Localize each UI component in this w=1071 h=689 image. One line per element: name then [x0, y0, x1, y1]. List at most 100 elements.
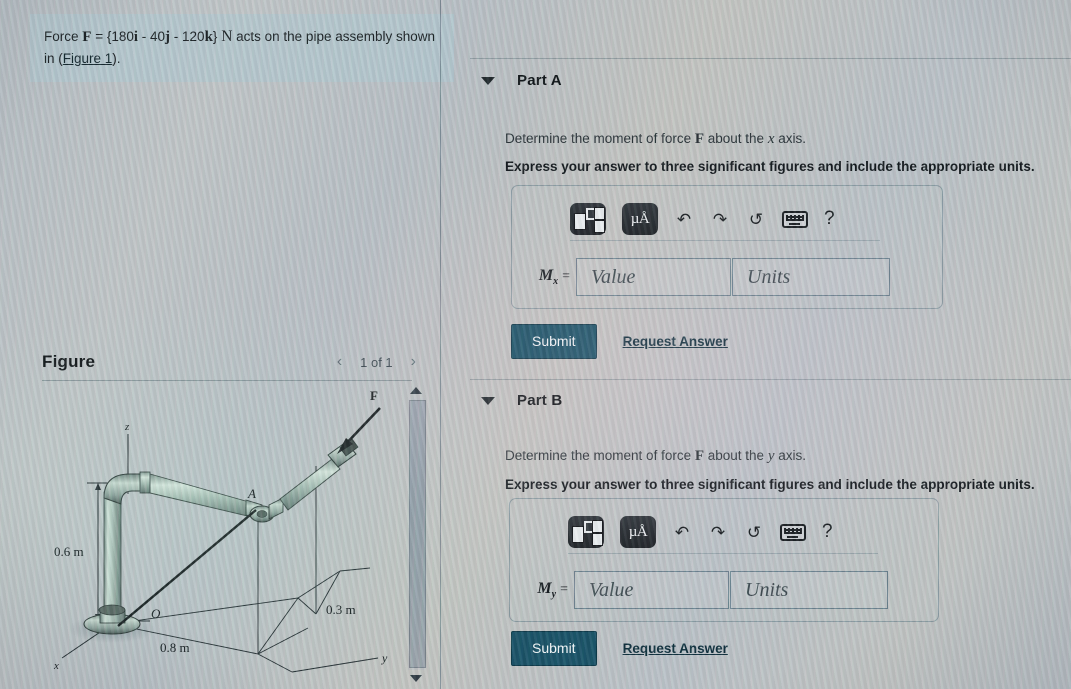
- part-a-request-answer-link[interactable]: Request Answer: [623, 334, 728, 349]
- part-b-prompt-pre: Determine the moment of force: [505, 448, 695, 463]
- part-b-prompt-post: axis.: [774, 448, 807, 463]
- part-a-value-placeholder: Value: [591, 265, 636, 288]
- part-a-top-divider: [470, 58, 1071, 59]
- figure-scrollbar[interactable]: [404, 386, 430, 683]
- dimension-label-y: 0.3 m: [326, 602, 356, 617]
- problem-text-mid1: - 40: [138, 29, 166, 44]
- math-template-icon[interactable]: [570, 203, 606, 235]
- figure-next-button[interactable]: ›: [411, 354, 416, 370]
- part-a-toolbar: µÅ ↶ ↷ ↺ ?: [570, 198, 880, 241]
- scroll-down-arrow-icon[interactable]: [410, 675, 422, 682]
- part-a-field-row: Mx = Value Units: [522, 258, 890, 296]
- part-b-submit-button[interactable]: Submit: [511, 631, 597, 666]
- problem-text-suffix: }: [212, 29, 222, 44]
- problem-text-end: ).: [112, 50, 121, 66]
- part-b-field-row: My = Value Units: [520, 571, 888, 609]
- undo-icon[interactable]: ↶: [672, 524, 692, 541]
- units-micro-angstrom-icon[interactable]: µÅ: [620, 516, 656, 548]
- reset-icon[interactable]: ↺: [746, 211, 766, 228]
- joint-a-bore: [256, 510, 268, 518]
- pipe-assembly-figure: z x y F O A 0.6 m 0.8 m 0.3 m: [40, 386, 402, 686]
- inclined-pipe-ab: [279, 458, 341, 511]
- part-a-header[interactable]: Part A: [481, 72, 562, 89]
- caret-down-icon[interactable]: [481, 396, 495, 405]
- top-elbow-joint: [103, 473, 145, 505]
- problem-text-equals: = {180: [91, 29, 134, 44]
- keyboard-icon[interactable]: [782, 210, 808, 228]
- part-b-prompt: Determine the moment of force F about th…: [505, 448, 806, 465]
- axis-label-z: z: [124, 421, 130, 433]
- figure-panel-header: Figure ‹ 1 of 1 ›: [30, 348, 426, 380]
- base-collar-top: [98, 604, 126, 616]
- part-a-force-symbol: F: [694, 131, 705, 147]
- axis-label-x: x: [53, 660, 59, 672]
- part-a-axis-symbol: x: [767, 131, 775, 147]
- part-a-units-input[interactable]: Units: [732, 258, 890, 296]
- part-a-submit-button[interactable]: Submit: [511, 324, 597, 359]
- part-b-equals-sign: =: [560, 581, 568, 597]
- keyboard-icon[interactable]: [780, 523, 806, 541]
- dimension-label-height: 0.6 m: [54, 544, 84, 559]
- caret-down-icon[interactable]: [481, 76, 495, 85]
- figure-scrollbar-thumb[interactable]: [409, 400, 426, 668]
- part-b-request-answer-link[interactable]: Request Answer: [623, 641, 728, 656]
- part-b-moment-subscript: y: [551, 589, 557, 601]
- math-template-icon[interactable]: [568, 516, 604, 548]
- part-b-units-input[interactable]: Units: [730, 571, 888, 609]
- problem-text-mid2: - 120: [170, 29, 205, 44]
- part-b-header[interactable]: Part B: [481, 392, 562, 409]
- reference-line-oa: [117, 509, 257, 627]
- part-a-answer-box: µÅ ↶ ↷ ↺ ? Mx = Value Units: [511, 185, 943, 309]
- joint-a-collar-right: [268, 497, 284, 520]
- part-b-toolbar: µÅ ↶ ↷ ↺ ?: [568, 511, 878, 554]
- part-b-top-divider: [470, 379, 1071, 380]
- point-label-O: O: [151, 606, 161, 621]
- figure-panel-title: Figure: [42, 352, 96, 371]
- part-b-answer-box: µÅ ↶ ↷ ↺ ? My = Value Units: [509, 498, 939, 622]
- part-a-prompt-pre: Determine the moment of force: [505, 131, 695, 146]
- force-unit-newton: N: [221, 28, 233, 45]
- figure-prev-button[interactable]: ‹: [337, 354, 342, 370]
- unit-vector-k: k: [204, 29, 213, 45]
- horizontal-pipe-oa: [149, 473, 257, 519]
- part-b-answer-label: My =: [520, 580, 574, 600]
- figure-page-counter: 1 of 1: [360, 354, 393, 370]
- part-b-units-placeholder: Units: [745, 578, 789, 601]
- left-pane: Force F = {180i - 40j - 120k} N acts on …: [0, 0, 454, 689]
- part-a-prompt: Determine the moment of force F about th…: [505, 131, 806, 148]
- problem-statement: Force F = {180i - 40j - 120k} N acts on …: [30, 14, 454, 83]
- part-b-moment-symbol: M: [537, 579, 552, 597]
- reset-icon[interactable]: ↺: [744, 524, 764, 541]
- redo-icon[interactable]: ↷: [708, 524, 728, 541]
- problem-text-prefix: Force: [44, 29, 83, 44]
- part-a-prompt-post: axis.: [774, 131, 807, 146]
- figure-1-link[interactable]: Figure 1: [63, 51, 113, 66]
- dimension-label-x: 0.8 m: [160, 640, 190, 655]
- part-a-value-input[interactable]: Value: [576, 258, 731, 296]
- part-b-label: Part B: [517, 392, 563, 409]
- redo-icon[interactable]: ↷: [710, 211, 730, 228]
- help-question-icon[interactable]: ?: [822, 521, 833, 543]
- point-label-A: A: [247, 486, 256, 501]
- part-b-prompt-mid: about the: [704, 448, 768, 463]
- help-question-icon[interactable]: ?: [824, 208, 835, 230]
- undo-icon[interactable]: ↶: [674, 211, 694, 228]
- figure-pager: ‹ 1 of 1 ›: [337, 354, 416, 370]
- vertical-pipe: [103, 491, 122, 623]
- units-micro-angstrom-icon[interactable]: µÅ: [622, 203, 658, 235]
- part-a-moment-subscript: x: [553, 276, 559, 288]
- part-a-instruction: Express your answer to three significant…: [505, 159, 1035, 174]
- elbow-collar: [139, 471, 151, 494]
- force-label-F: F: [370, 388, 378, 403]
- pipe-assembly-svg: z x y F O A 0.6 m 0.8 m 0.3 m: [53, 388, 388, 673]
- part-a-units-placeholder: Units: [747, 265, 791, 288]
- right-pane: Part A Determine the moment of force F a…: [441, 0, 1071, 689]
- scroll-up-arrow-icon[interactable]: [410, 387, 422, 394]
- pane-divider: [440, 0, 441, 689]
- axis-label-y: y: [381, 651, 388, 665]
- part-b-value-placeholder: Value: [589, 578, 634, 601]
- part-b-axis-symbol: y: [767, 448, 775, 464]
- part-b-submit-row: Submit Request Answer: [511, 631, 728, 666]
- part-b-value-input[interactable]: Value: [574, 571, 729, 609]
- part-a-label: Part A: [517, 72, 562, 89]
